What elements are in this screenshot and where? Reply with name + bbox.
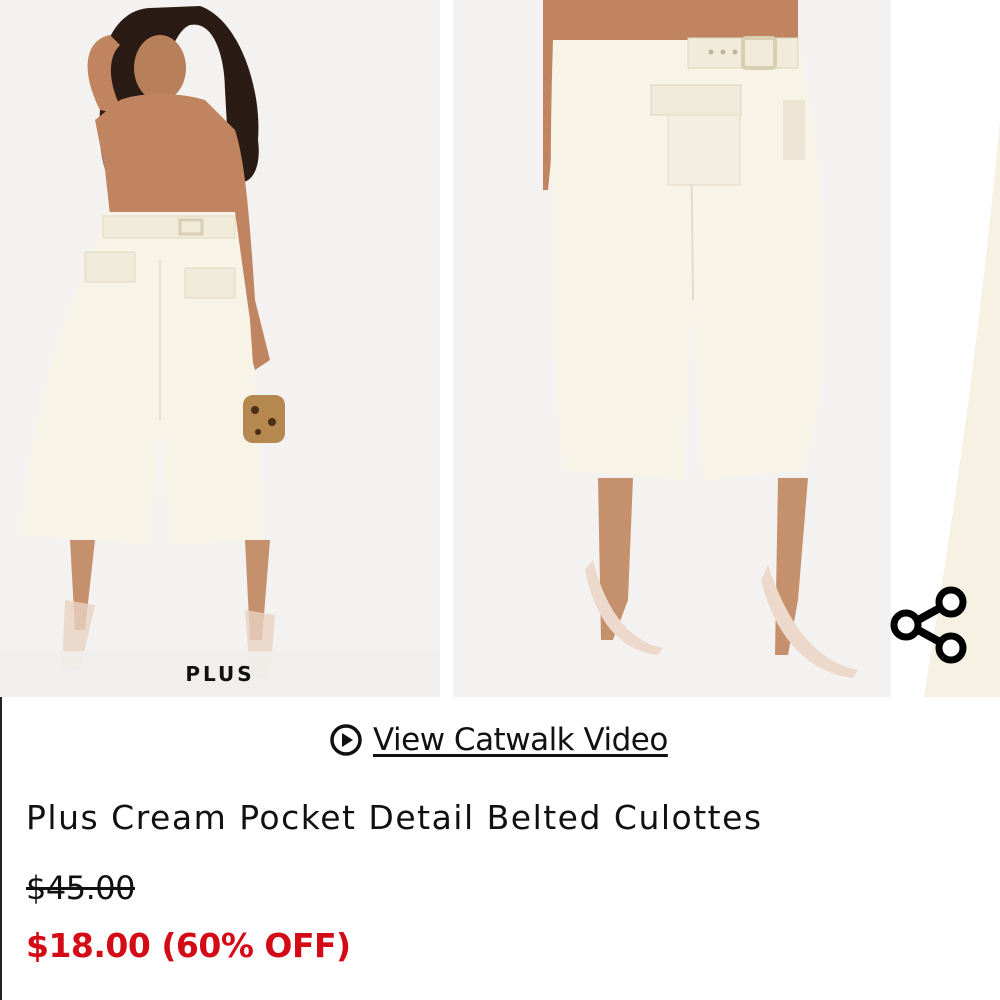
plus-range-badge: PLUS	[0, 651, 440, 697]
sale-price: $18.00 (60% OFF)	[26, 926, 351, 965]
original-price: $45.00	[26, 869, 135, 907]
share-icon	[887, 583, 971, 671]
share-button[interactable]	[884, 582, 974, 672]
page-edge-rule	[0, 697, 2, 1000]
play-circle-icon	[329, 723, 363, 757]
product-image-2[interactable]	[453, 0, 891, 697]
product-title: Plus Cream Pocket Detail Belted Culottes	[26, 798, 763, 837]
view-catwalk-video-label: View Catwalk Video	[373, 722, 668, 758]
product-image-1[interactable]: PLUS	[0, 0, 440, 697]
view-catwalk-video-link[interactable]: View Catwalk Video	[329, 718, 668, 762]
product-image-gallery[interactable]: PLUS	[0, 0, 1000, 697]
